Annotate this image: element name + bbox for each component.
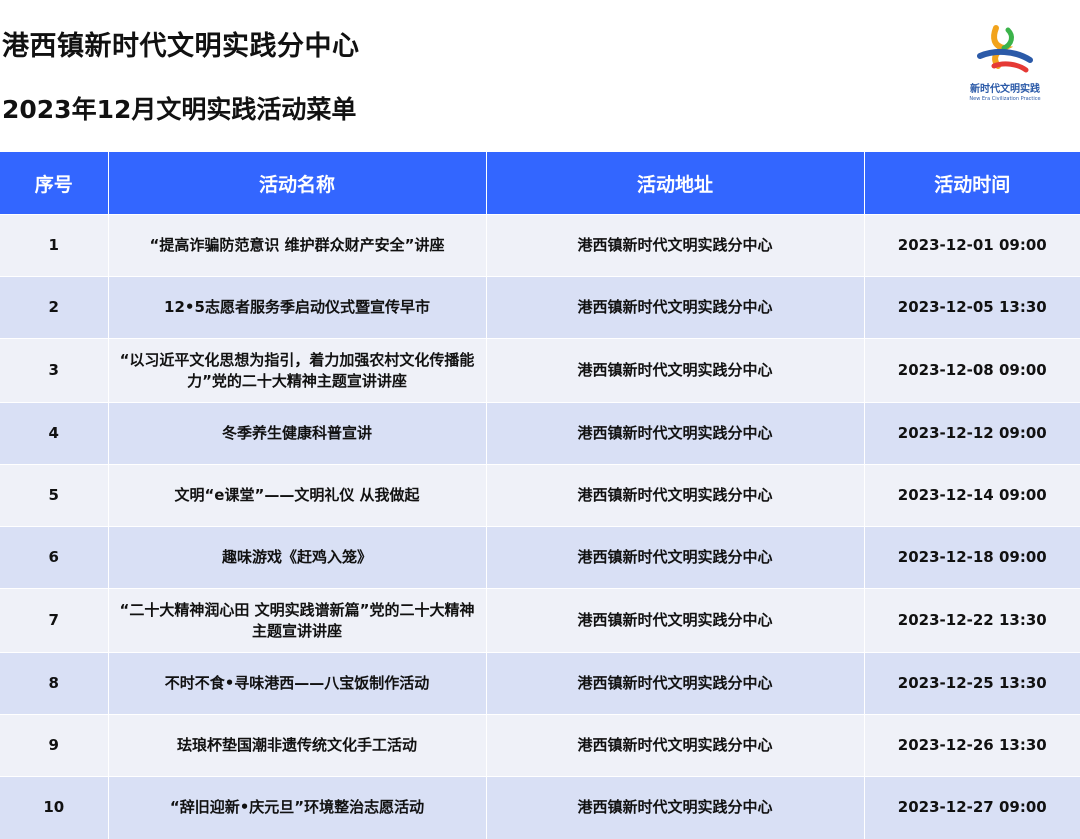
activity-address: 港西镇新时代文明实践分中心 bbox=[485, 652, 864, 715]
activity-address: 港西镇新时代文明实践分中心 bbox=[485, 338, 864, 403]
logo-text-en: New Era Civilization Practice bbox=[969, 96, 1041, 102]
table-row: 1 “提高诈骗防范意识 维护群众财产安全”讲座 港西镇新时代文明实践分中心 2023-… bbox=[0, 214, 1080, 277]
table-body: 1 “提高诈骗防范意识 维护群众财产安全”讲座 港西镇新时代文明实践分中心 2023-… bbox=[0, 214, 1080, 839]
activity-address: 港西镇新时代文明实践分中心 bbox=[485, 588, 864, 653]
civilization-practice-logo: 新时代文明实践 New Era Civilization Practice bbox=[955, 22, 1055, 122]
activity-time: 2023-12-08 09:00 bbox=[863, 338, 1080, 403]
row-number: 4 bbox=[0, 402, 108, 465]
row-number: 8 bbox=[0, 652, 108, 715]
activity-time: 2023-12-18 09:00 bbox=[863, 526, 1080, 589]
table-row: 2 12•5志愿者服务季启动仪式暨宣传早市 港西镇新时代文明实践分中心 2023-12… bbox=[0, 276, 1080, 339]
activity-menu-table: 序号 活动名称 活动地址 活动时间 1 “提高诈骗防范意识 维护群众财产安全”讲座… bbox=[0, 152, 1080, 839]
activity-name: 珐琅杯垫国潮非遗传统文化手工活动 bbox=[107, 714, 486, 777]
table-row: 6 趣味游戏《赶鸡入笼》 港西镇新时代文明实践分中心 2023-12-18 09:00 bbox=[0, 526, 1080, 589]
row-number: 10 bbox=[0, 776, 108, 839]
logo-mark-icon bbox=[977, 25, 1033, 73]
activity-time: 2023-12-22 13:30 bbox=[863, 588, 1080, 653]
row-number: 1 bbox=[0, 214, 108, 277]
activity-address: 港西镇新时代文明实践分中心 bbox=[485, 214, 864, 277]
activity-address: 港西镇新时代文明实践分中心 bbox=[485, 776, 864, 839]
table-row: 9 珐琅杯垫国潮非遗传统文化手工活动 港西镇新时代文明实践分中心 2023-12-26… bbox=[0, 714, 1080, 777]
activity-time: 2023-12-01 09:00 bbox=[863, 214, 1080, 277]
activity-name: 趣味游戏《赶鸡入笼》 bbox=[107, 526, 486, 589]
table-row: 7 “二十大精神润心田 文明实践谱新篇”党的二十大精神主题宣讲讲座 港西镇新时代文明… bbox=[0, 588, 1080, 653]
activity-time: 2023-12-26 13:30 bbox=[863, 714, 1080, 777]
activity-name: 12•5志愿者服务季启动仪式暨宣传早市 bbox=[107, 276, 486, 339]
row-number: 5 bbox=[0, 464, 108, 527]
page-header: 港西镇新时代文明实践分中心 2023年12月文明实践活动菜单 新时代文明实践 N… bbox=[0, 0, 1080, 150]
activity-time: 2023-12-05 13:30 bbox=[863, 276, 1080, 339]
column-header-number: 序号 bbox=[0, 152, 108, 215]
table-row: 10 “辞旧迎新•庆元旦”环境整治志愿活动 港西镇新时代文明实践分中心 2023-12… bbox=[0, 776, 1080, 839]
column-header-activity-name: 活动名称 bbox=[107, 152, 486, 215]
activity-name: “二十大精神润心田 文明实践谱新篇”党的二十大精神主题宣讲讲座 bbox=[107, 588, 486, 653]
activity-address: 港西镇新时代文明实践分中心 bbox=[485, 276, 864, 339]
row-number: 9 bbox=[0, 714, 108, 777]
activity-time: 2023-12-14 09:00 bbox=[863, 464, 1080, 527]
row-number: 7 bbox=[0, 588, 108, 653]
activity-name: 不时不食•寻味港西——八宝饭制作活动 bbox=[107, 652, 486, 715]
column-header-activity-address: 活动地址 bbox=[485, 152, 864, 215]
activity-address: 港西镇新时代文明实践分中心 bbox=[485, 402, 864, 465]
activity-address: 港西镇新时代文明实践分中心 bbox=[485, 464, 864, 527]
table-header-row: 序号 活动名称 活动地址 活动时间 bbox=[0, 152, 1080, 215]
column-header-activity-time: 活动时间 bbox=[863, 152, 1080, 215]
activity-name: “以习近平文化思想为指引，着力加强农村文化传播能力”党的二十大精神主题宣讲讲座 bbox=[107, 338, 486, 403]
page-title: 港西镇新时代文明实践分中心 bbox=[2, 31, 360, 62]
logo-text-cn: 新时代文明实践 bbox=[970, 84, 1040, 95]
table-row: 4 冬季养生健康科普宣讲 港西镇新时代文明实践分中心 2023-12-12 09:00 bbox=[0, 402, 1080, 465]
activity-name: 冬季养生健康科普宣讲 bbox=[107, 402, 486, 465]
activity-address: 港西镇新时代文明实践分中心 bbox=[485, 714, 864, 777]
activity-name: “辞旧迎新•庆元旦”环境整治志愿活动 bbox=[107, 776, 486, 839]
table-row: 5 文明“e课堂”——文明礼仪 从我做起 港西镇新时代文明实践分中心 2023-12-… bbox=[0, 464, 1080, 527]
activity-address: 港西镇新时代文明实践分中心 bbox=[485, 526, 864, 589]
page-subtitle: 2023年12月文明实践活动菜单 bbox=[2, 95, 357, 124]
row-number: 6 bbox=[0, 526, 108, 589]
row-number: 2 bbox=[0, 276, 108, 339]
table-row: 3 “以习近平文化思想为指引，着力加强农村文化传播能力”党的二十大精神主题宣讲讲座… bbox=[0, 338, 1080, 403]
table-row: 8 不时不食•寻味港西——八宝饭制作活动 港西镇新时代文明实践分中心 2023-12-… bbox=[0, 652, 1080, 715]
activity-time: 2023-12-27 09:00 bbox=[863, 776, 1080, 839]
row-number: 3 bbox=[0, 338, 108, 403]
activity-name: 文明“e课堂”——文明礼仪 从我做起 bbox=[107, 464, 486, 527]
activity-name: “提高诈骗防范意识 维护群众财产安全”讲座 bbox=[107, 214, 486, 277]
activity-time: 2023-12-12 09:00 bbox=[863, 402, 1080, 465]
activity-time: 2023-12-25 13:30 bbox=[863, 652, 1080, 715]
